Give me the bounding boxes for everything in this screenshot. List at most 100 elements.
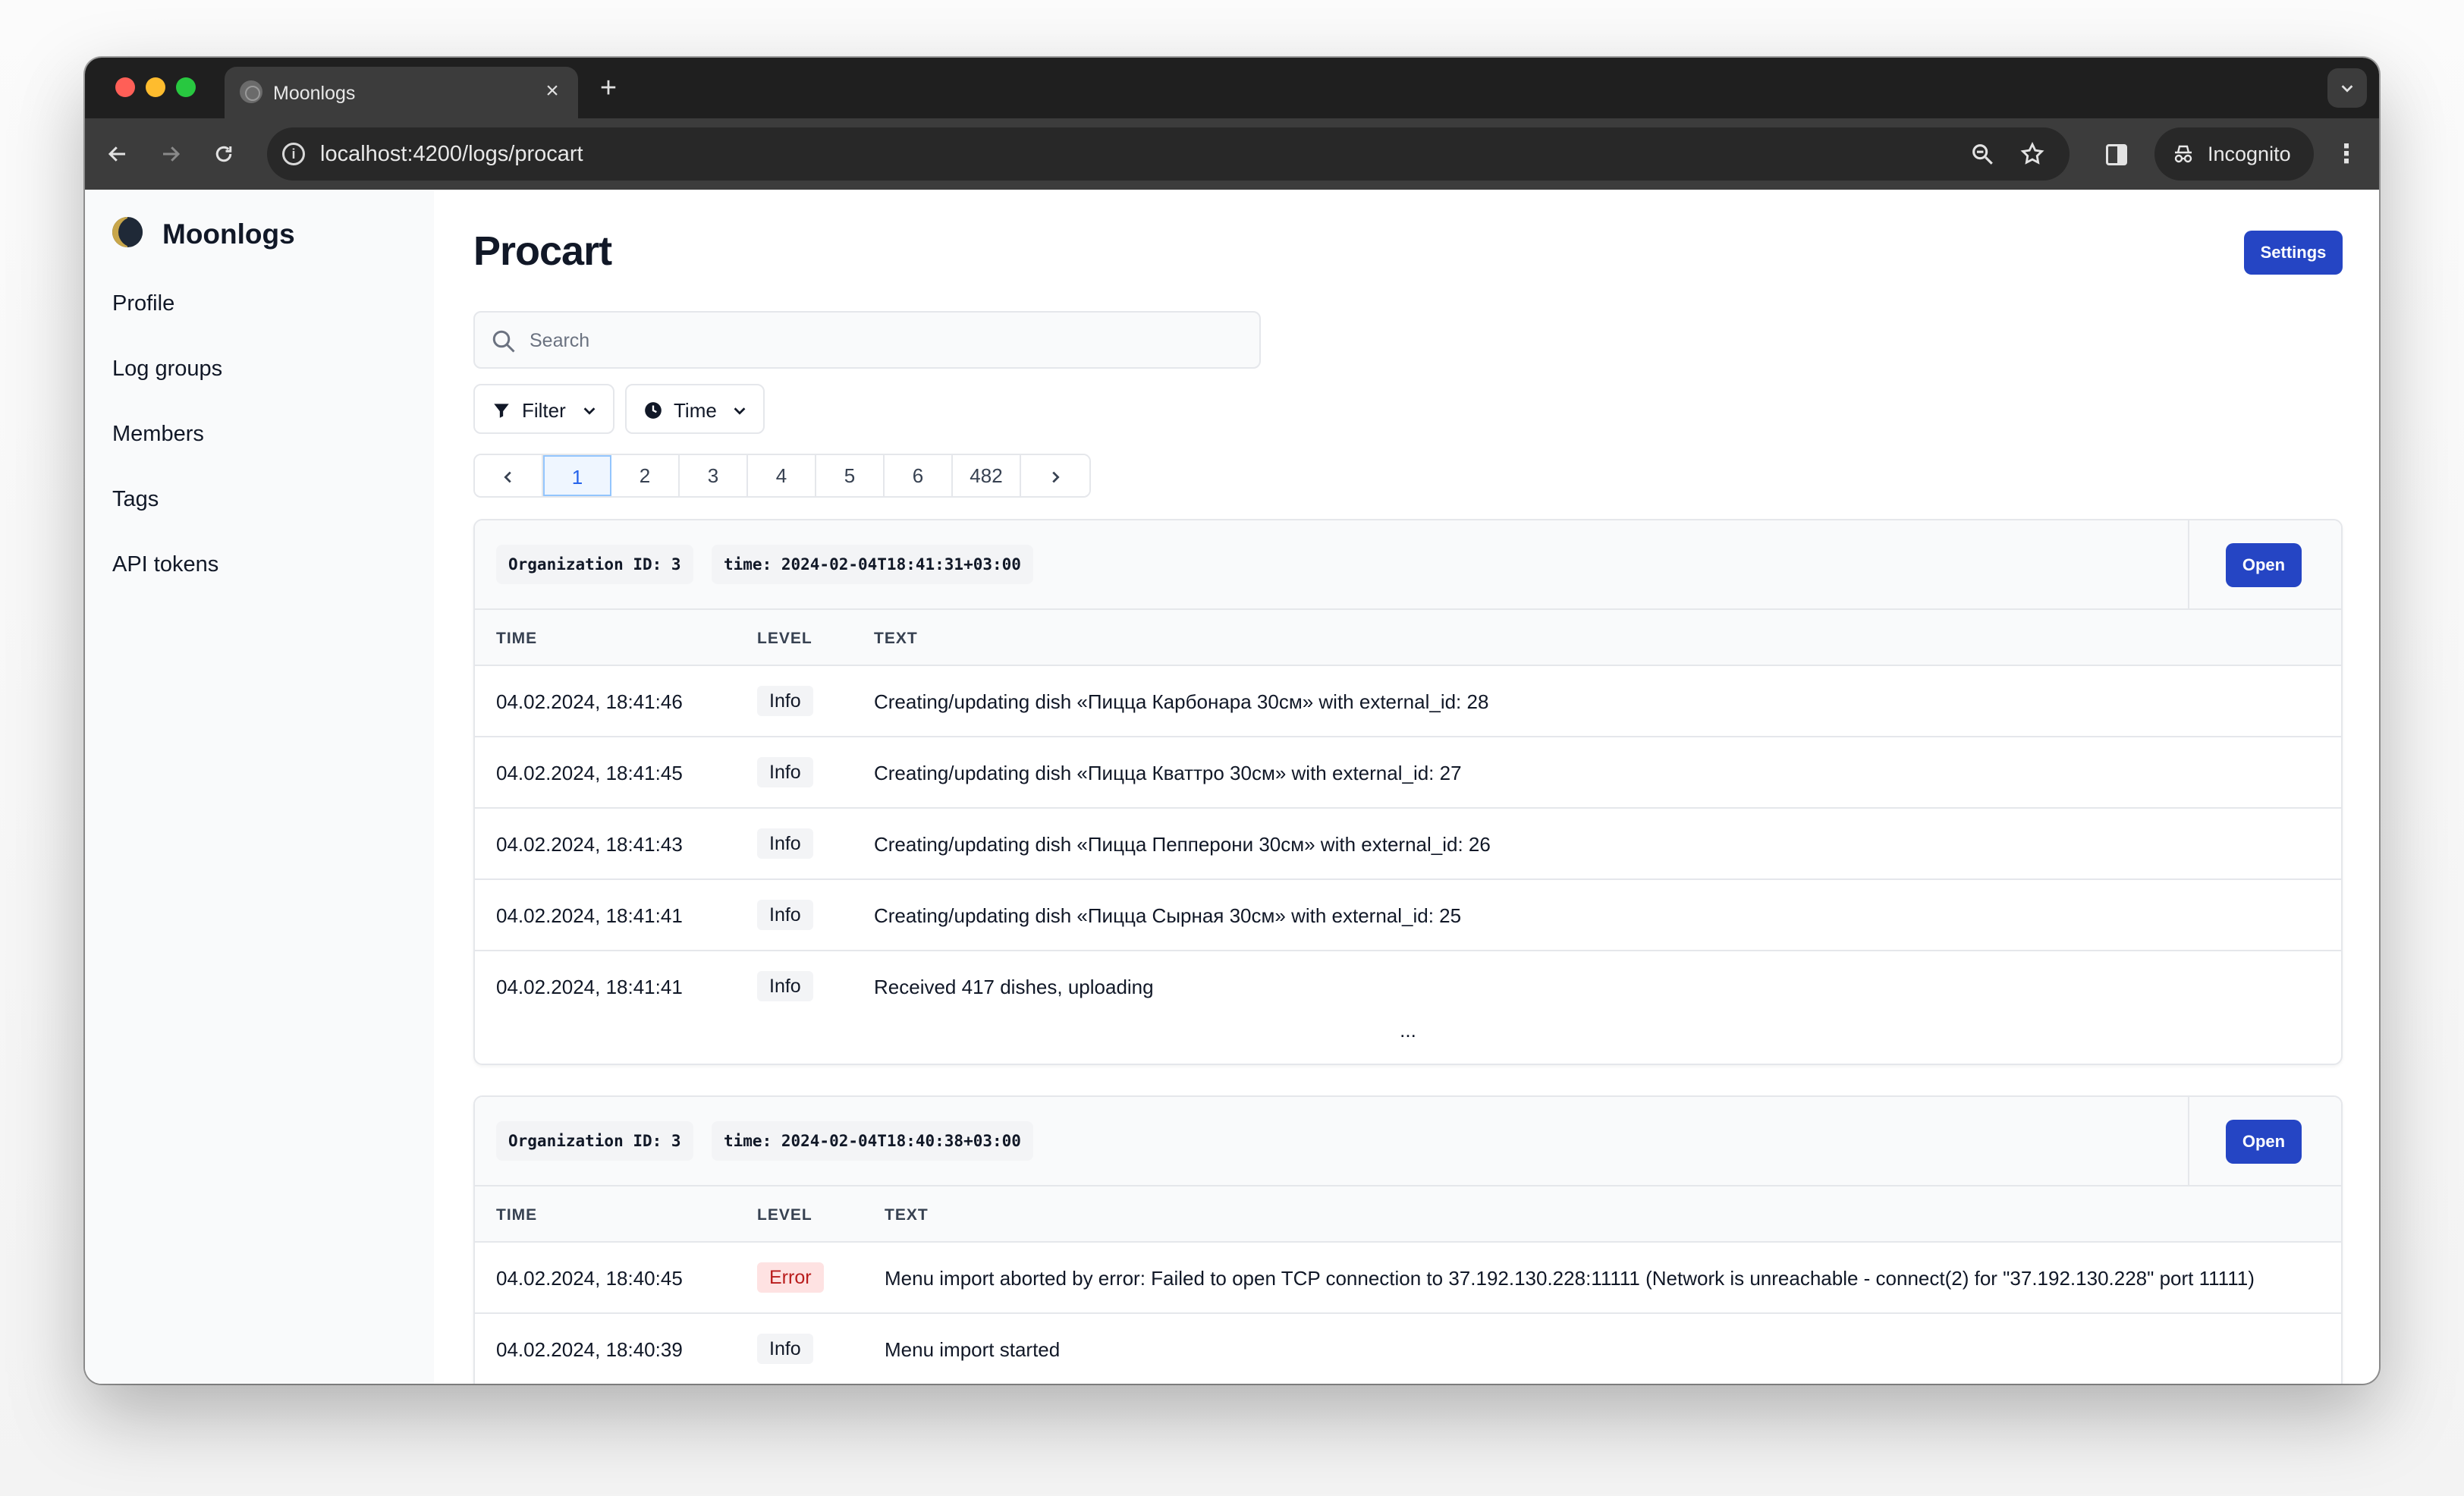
- tag-organization: Organization ID: 3: [496, 1121, 693, 1161]
- search-icon: [492, 330, 515, 353]
- app-content: Moonlogs Profile Log groups Members Tags…: [85, 190, 2379, 1384]
- url-text[interactable]: localhost:4200/logs/procart: [320, 142, 583, 167]
- row-time: 04.02.2024, 18:40:45: [496, 1267, 683, 1290]
- column-header-level: LEVEL: [757, 1206, 812, 1224]
- reload-icon: [215, 146, 232, 162]
- incognito-indicator[interactable]: Incognito: [2154, 127, 2314, 181]
- log-card: Organization ID: 3 time: 2024-02-04T18:4…: [473, 519, 2343, 1065]
- chevron-down-icon: [583, 407, 596, 415]
- tab-strip: Moonlogs × +: [85, 58, 2379, 118]
- back-button[interactable]: [100, 137, 135, 171]
- next-page-button[interactable]: [1021, 455, 1089, 496]
- page-button-3[interactable]: 3: [680, 455, 748, 496]
- more-rows-indicator: ...: [1400, 1019, 1416, 1042]
- page-button-5[interactable]: 5: [816, 455, 885, 496]
- open-button[interactable]: Open: [2226, 543, 2302, 587]
- forward-button[interactable]: [153, 137, 188, 171]
- new-tab-button[interactable]: +: [593, 73, 624, 103]
- pagination: 1 2 3 4 5 6 482: [473, 454, 1091, 498]
- info-icon[interactable]: i: [282, 143, 305, 165]
- row-time: 04.02.2024, 18:41:41: [496, 976, 683, 998]
- close-window-button[interactable]: [115, 77, 135, 97]
- row-text: Creating/updating dish «Пицца Сырная 30с…: [874, 904, 1462, 927]
- level-badge: Info: [757, 686, 813, 716]
- sidebar-item-profile[interactable]: Profile: [112, 288, 416, 354]
- close-tab-icon[interactable]: ×: [540, 79, 564, 103]
- row-text: Menu import started: [885, 1338, 1061, 1361]
- header-divider: [2188, 1097, 2189, 1185]
- prev-page-button[interactable]: [475, 455, 543, 496]
- table-header: TIME LEVEL TEXT: [475, 610, 2341, 666]
- row-text: Creating/updating dish «Пицца Пепперони …: [874, 833, 1491, 856]
- search-placeholder: Search: [530, 330, 590, 351]
- page-button-1[interactable]: 1: [543, 455, 611, 496]
- row-time: 04.02.2024, 18:41:43: [496, 833, 683, 856]
- tag-organization: Organization ID: 3: [496, 545, 693, 584]
- table-row[interactable]: 04.02.2024, 18:40:45 Error Menu import a…: [475, 1243, 2341, 1314]
- level-badge: Info: [757, 1334, 813, 1364]
- incognito-label: Incognito: [2208, 143, 2291, 165]
- table-row[interactable]: 04.02.2024, 18:41:45 Info Creating/updat…: [475, 737, 2341, 809]
- settings-button[interactable]: Settings: [2244, 231, 2343, 275]
- column-header-text: TEXT: [874, 630, 918, 647]
- clock-icon: [645, 402, 662, 419]
- chevron-down-icon: [2341, 85, 2353, 93]
- main-panel: Procart Settings Search Filter Time 1 2 …: [473, 190, 2343, 1384]
- page-title: Procart: [473, 228, 612, 274]
- zoom-icon[interactable]: [1968, 140, 1997, 168]
- moon-logo-icon: [112, 217, 143, 247]
- sidebar-item-log-groups[interactable]: Log groups: [112, 354, 416, 419]
- level-badge: Info: [757, 828, 813, 859]
- page-button-last[interactable]: 482: [953, 455, 1021, 496]
- row-time: 04.02.2024, 18:41:41: [496, 904, 683, 927]
- column-header-time: TIME: [496, 1206, 538, 1224]
- row-time: 04.02.2024, 18:41:46: [496, 690, 683, 713]
- table-row[interactable]: 04.02.2024, 18:41:46 Info Creating/updat…: [475, 666, 2341, 737]
- time-label: Time: [674, 399, 717, 422]
- table-row[interactable]: 04.02.2024, 18:40:39 Info Menu import st…: [475, 1314, 2341, 1384]
- browser-toolbar: i localhost:4200/logs/procart Incognito …: [85, 118, 2379, 190]
- sidebar-item-members[interactable]: Members: [112, 419, 416, 484]
- side-panel-icon[interactable]: [2106, 144, 2127, 165]
- row-text: Received 417 dishes, uploading: [874, 976, 1154, 998]
- tab-search-button[interactable]: [2327, 68, 2367, 108]
- incognito-icon: [2174, 145, 2192, 163]
- table-row[interactable]: 04.02.2024, 18:41:43 Info Creating/updat…: [475, 809, 2341, 880]
- reload-button[interactable]: [206, 137, 241, 171]
- sidebar-nav: Profile Log groups Members Tags API toke…: [112, 288, 416, 614]
- row-text: Menu import aborted by error: Failed to …: [885, 1267, 2255, 1290]
- time-button[interactable]: Time: [625, 384, 765, 434]
- browser-tab[interactable]: Moonlogs ×: [225, 67, 578, 118]
- tag-time: time: 2024-02-04T18:40:38+03:00: [712, 1121, 1033, 1161]
- address-bar[interactable]: i localhost:4200/logs/procart: [267, 127, 2070, 181]
- level-badge: Error: [757, 1262, 824, 1293]
- sidebar: Moonlogs Profile Log groups Members Tags…: [85, 190, 434, 1384]
- desktop-background: Moonlogs × + i localhost:4200/logs/proca…: [0, 0, 2464, 1496]
- column-header-text: TEXT: [885, 1206, 929, 1224]
- brand-name: Moonlogs: [162, 218, 295, 250]
- arrow-right-icon: [163, 146, 181, 162]
- page-button-6[interactable]: 6: [885, 455, 953, 496]
- page-button-4[interactable]: 4: [748, 455, 816, 496]
- page-button-2[interactable]: 2: [611, 455, 680, 496]
- maximize-window-button[interactable]: [176, 77, 196, 97]
- row-text: Creating/updating dish «Пицца Кваттро 30…: [874, 762, 1462, 784]
- sidebar-item-api-tokens[interactable]: API tokens: [112, 549, 416, 614]
- level-badge: Info: [757, 971, 813, 1001]
- chevron-left-icon: [504, 471, 511, 483]
- tag-time: time: 2024-02-04T18:41:31+03:00: [712, 545, 1033, 584]
- filter-icon: [494, 404, 509, 418]
- search-input[interactable]: Search: [473, 311, 1261, 369]
- table-header: TIME LEVEL TEXT: [475, 1186, 2341, 1243]
- open-button[interactable]: Open: [2226, 1120, 2302, 1164]
- table-row[interactable]: 04.02.2024, 18:41:41 Info Received 417 d…: [475, 951, 2341, 1023]
- sidebar-item-tags[interactable]: Tags: [112, 484, 416, 549]
- bookmark-star-icon[interactable]: [2018, 140, 2047, 168]
- browser-menu-icon[interactable]: ⋮: [2334, 137, 2359, 171]
- filter-button[interactable]: Filter: [473, 384, 614, 434]
- table-row[interactable]: 04.02.2024, 18:41:41 Info Creating/updat…: [475, 880, 2341, 951]
- row-time: 04.02.2024, 18:40:39: [496, 1338, 683, 1361]
- minimize-window-button[interactable]: [146, 77, 165, 97]
- column-header-time: TIME: [496, 630, 538, 647]
- log-card-header: Organization ID: 3 time: 2024-02-04T18:4…: [475, 520, 2341, 610]
